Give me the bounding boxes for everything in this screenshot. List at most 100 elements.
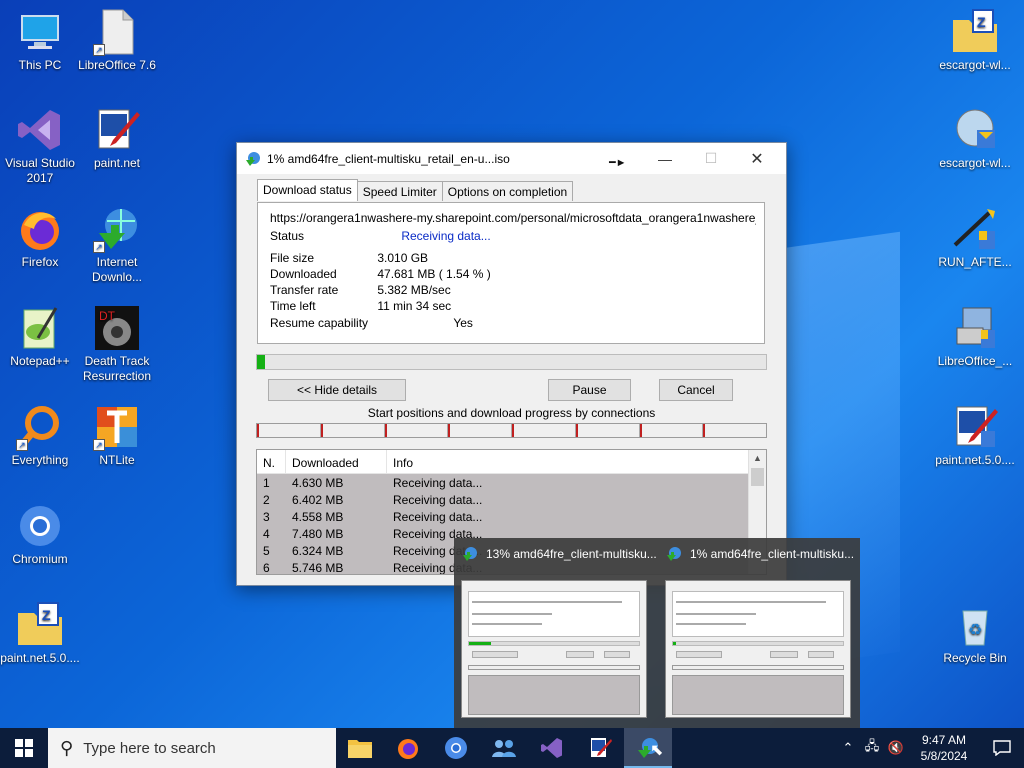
- desktop-icon-paint-net-zip[interactable]: Z paint.net.5.0....: [0, 601, 80, 666]
- desktop-icon-paint-net-installer[interactable]: paint.net.5.0....: [935, 403, 1015, 468]
- mini-progress-bar: [672, 641, 844, 646]
- taskbar-firefox[interactable]: [384, 728, 432, 768]
- taskbar-paint-net[interactable]: [576, 728, 624, 768]
- cell-n: 2: [263, 492, 270, 507]
- field-value: 47.681 MB ( 1.54 % ): [377, 267, 491, 281]
- connection-progress-tick: [320, 424, 323, 437]
- clock-date: 5/8/2024: [920, 749, 968, 763]
- field-label: Downloaded: [270, 267, 337, 281]
- minimize-button[interactable]: —: [642, 143, 688, 174]
- desktop-icon-label: Everything: [11, 453, 69, 467]
- taskbar-idm[interactable]: ⬉: [624, 728, 672, 768]
- table-row[interactable]: 1 4.630 MB Receiving data...: [257, 474, 749, 491]
- desktop-icon-label: LibreOffice_...: [937, 354, 1013, 368]
- desktop-icon-escargot-setup[interactable]: escargot-wl...: [935, 106, 1015, 171]
- desktop-icon-recycle-bin[interactable]: ♻ Recycle Bin: [935, 601, 1015, 666]
- field-label: Resume capability: [270, 316, 369, 330]
- download-progress-window: 1% amd64fre_client-multisku_retail_en-u.…: [236, 142, 787, 586]
- cell-downloaded: 4.630 MB: [292, 475, 344, 490]
- zip-folder-icon: Z: [16, 601, 64, 649]
- wand-shield-icon: [951, 205, 999, 253]
- downloaded-row: Downloaded 47.681 MB ( 1.54 % ): [270, 267, 491, 281]
- connection-segment: [512, 424, 576, 437]
- taskbar-thumbnail-popup: 13% amd64fre_client-multisku... 1% amd64…: [454, 538, 860, 728]
- cell-downloaded: 6.402 MB: [292, 492, 344, 507]
- zip-folder-icon: Z: [951, 8, 999, 56]
- column-header-n[interactable]: N.: [257, 450, 286, 473]
- desktop-icon-label: Chromium: [12, 552, 68, 566]
- tab-options-on-completion[interactable]: Options on completion: [441, 181, 574, 201]
- desktop-icon-everything[interactable]: ↗ Everything: [0, 403, 80, 468]
- system-tray: ⌃ 🖧 🔇 9:47 AM 5/8/2024: [836, 728, 1024, 768]
- search-placeholder: Type here to search: [83, 739, 216, 757]
- tab-download-status[interactable]: Download status: [257, 179, 358, 201]
- desktop-icon-idm[interactable]: ↗ Internet Downlo...: [77, 205, 157, 285]
- taskbar-clock[interactable]: 9:47 AM 5/8/2024: [908, 732, 980, 764]
- desktop-icon-death-track[interactable]: DT Death Track Resurrection: [77, 304, 157, 384]
- cell-info: Receiving data...: [393, 509, 483, 524]
- column-header-downloaded[interactable]: Downloaded: [286, 450, 387, 473]
- start-button[interactable]: [0, 728, 48, 768]
- desktop-icon-escargot-zip[interactable]: Z escargot-wl...: [935, 8, 1015, 73]
- table-row[interactable]: 2 6.402 MB Receiving data...: [257, 491, 749, 508]
- mini-line: [472, 601, 622, 603]
- clock-time: 9:47 AM: [921, 733, 967, 747]
- thumbnail-window-2[interactable]: 1% amd64fre_client-multisku...: [658, 538, 858, 728]
- game-icon: DT: [93, 304, 141, 352]
- desktop-icon-notepad-plus[interactable]: Notepad++: [0, 304, 80, 369]
- chromium-icon: [445, 737, 467, 759]
- desktop-icon-libreoffice-installer[interactable]: LibreOffice_...: [935, 304, 1015, 369]
- svg-text:Z: Z: [977, 14, 986, 30]
- connection-progress-tick: [448, 424, 451, 437]
- taskbar-search-box[interactable]: ⚲ Type here to search: [48, 728, 336, 768]
- hide-details-button[interactable]: << Hide details: [268, 379, 406, 401]
- paint-icon: [93, 106, 141, 154]
- desktop-icon-chromium[interactable]: Chromium: [0, 502, 80, 567]
- ntlite-icon: ↗: [93, 403, 141, 451]
- globe-download-icon: ↗: [93, 205, 141, 253]
- desktop-icon-ntlite[interactable]: ↗ NTLite: [77, 403, 157, 468]
- desktop-icon-visual-studio[interactable]: Visual Studio 2017: [0, 106, 80, 186]
- cancel-button[interactable]: Cancel: [659, 379, 733, 401]
- taskbar-people[interactable]: [480, 728, 528, 768]
- maximize-button[interactable]: ☐: [688, 143, 734, 174]
- connection-segment: [575, 424, 640, 437]
- desktop-icon-this-pc[interactable]: This PC: [0, 8, 80, 73]
- desktop-icon-paint-net[interactable]: paint.net: [77, 106, 157, 171]
- thumbnail-preview: [665, 580, 851, 718]
- chevron-up-icon[interactable]: ⌃: [836, 740, 860, 756]
- cell-downloaded: 4.558 MB: [292, 509, 344, 524]
- idm-app-icon: [245, 151, 261, 167]
- thumbnail-window-1[interactable]: 13% amd64fre_client-multisku...: [454, 538, 657, 728]
- connection-segment: [384, 424, 449, 437]
- svg-text:♻: ♻: [968, 620, 982, 639]
- taskbar-chromium[interactable]: [432, 728, 480, 768]
- pause-button[interactable]: Pause: [548, 379, 631, 401]
- table-row[interactable]: 3 4.558 MB Receiving data...: [257, 508, 749, 525]
- window-titlebar[interactable]: 1% amd64fre_client-multisku_retail_en-u.…: [237, 143, 786, 174]
- notification-center-button[interactable]: [980, 740, 1024, 756]
- mini-button: [566, 651, 594, 658]
- desktop-icon-libreoffice[interactable]: ↗ LibreOffice 7.6: [77, 8, 157, 73]
- connection-segment: [320, 424, 385, 437]
- status-label: Status: [270, 229, 305, 243]
- magnifier-icon: ↗: [16, 403, 64, 451]
- scroll-up-icon[interactable]: ▲: [749, 450, 766, 467]
- taskbar-file-explorer[interactable]: [336, 728, 384, 768]
- scroll-thumb[interactable]: [751, 468, 764, 486]
- desktop-icon-firefox[interactable]: Firefox: [0, 205, 80, 270]
- taskbar-visual-studio[interactable]: [528, 728, 576, 768]
- close-button[interactable]: ✕: [734, 143, 780, 174]
- field-label: File size: [270, 251, 315, 265]
- firefox-icon: [16, 205, 64, 253]
- network-icon[interactable]: 🖧: [860, 737, 884, 759]
- volume-muted-icon[interactable]: 🔇: [884, 740, 908, 756]
- desktop-icon-run-after[interactable]: RUN_AFTE...: [935, 205, 1015, 270]
- tab-speed-limiter[interactable]: Speed Limiter: [356, 181, 443, 201]
- column-header-info[interactable]: Info: [387, 450, 747, 473]
- connection-progress-tick: [575, 424, 578, 437]
- download-status-panel: https://orangera1nwashere-my.sharepoint.…: [257, 202, 765, 344]
- paint-icon: [591, 738, 612, 757]
- connections-progress-bar: [256, 423, 767, 438]
- mini-line: [676, 601, 826, 603]
